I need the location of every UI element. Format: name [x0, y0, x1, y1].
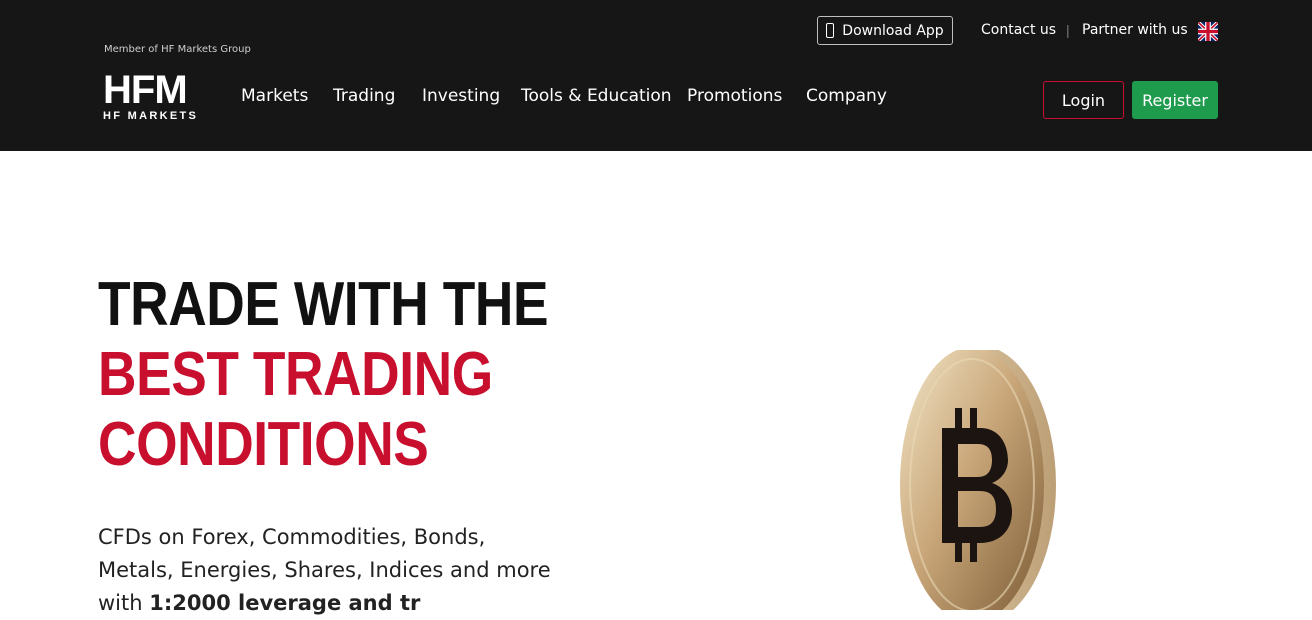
hfm-logo[interactable]: HFM HF MARKETS — [103, 68, 215, 124]
hero-description-line3: with 1:2000 leverage and tr — [98, 587, 420, 620]
contact-us-link[interactable]: Contact us — [981, 22, 1056, 38]
partner-with-us-link[interactable]: Partner with us — [1082, 22, 1188, 38]
logo-subtitle: HF MARKETS — [103, 110, 199, 122]
download-app-button[interactable]: Download App — [817, 16, 953, 45]
hero-description-prefix: with — [98, 591, 143, 615]
nav-promotions[interactable]: Promotions — [687, 86, 782, 106]
uk-flag-icon[interactable] — [1198, 22, 1218, 41]
member-text: Member of HF Markets Group — [104, 44, 251, 55]
hero-description-bold: 1:2000 leverage and tr — [149, 591, 421, 615]
nav-company[interactable]: Company — [806, 86, 887, 106]
logo-letters: HFM — [103, 68, 188, 112]
nav-markets[interactable]: Markets — [241, 86, 308, 106]
nav-trading[interactable]: Trading — [333, 86, 395, 106]
register-button[interactable]: Register — [1132, 81, 1218, 119]
hero-title-line2: BEST TRADING — [98, 340, 493, 409]
hero-title-line3: CONDITIONS — [98, 410, 429, 479]
login-button[interactable]: Login — [1043, 81, 1124, 119]
bitcoin-coin-image — [880, 345, 1110, 620]
nav-tools-education[interactable]: Tools & Education — [521, 86, 672, 106]
nav-investing[interactable]: Investing — [422, 86, 500, 106]
hero-description-line1: CFDs on Forex, Commodities, Bonds, — [98, 525, 486, 549]
hero-title-line1: TRADE WITH THE — [98, 270, 549, 339]
hero-description-line2: Metals, Energies, Shares, Indices and mo… — [98, 558, 551, 582]
top-links-separator: | — [1066, 22, 1070, 38]
download-app-label: Download App — [842, 22, 944, 39]
site-header: Member of HF Markets Group HFM HF MARKET… — [0, 0, 1312, 151]
phone-icon — [826, 23, 835, 38]
